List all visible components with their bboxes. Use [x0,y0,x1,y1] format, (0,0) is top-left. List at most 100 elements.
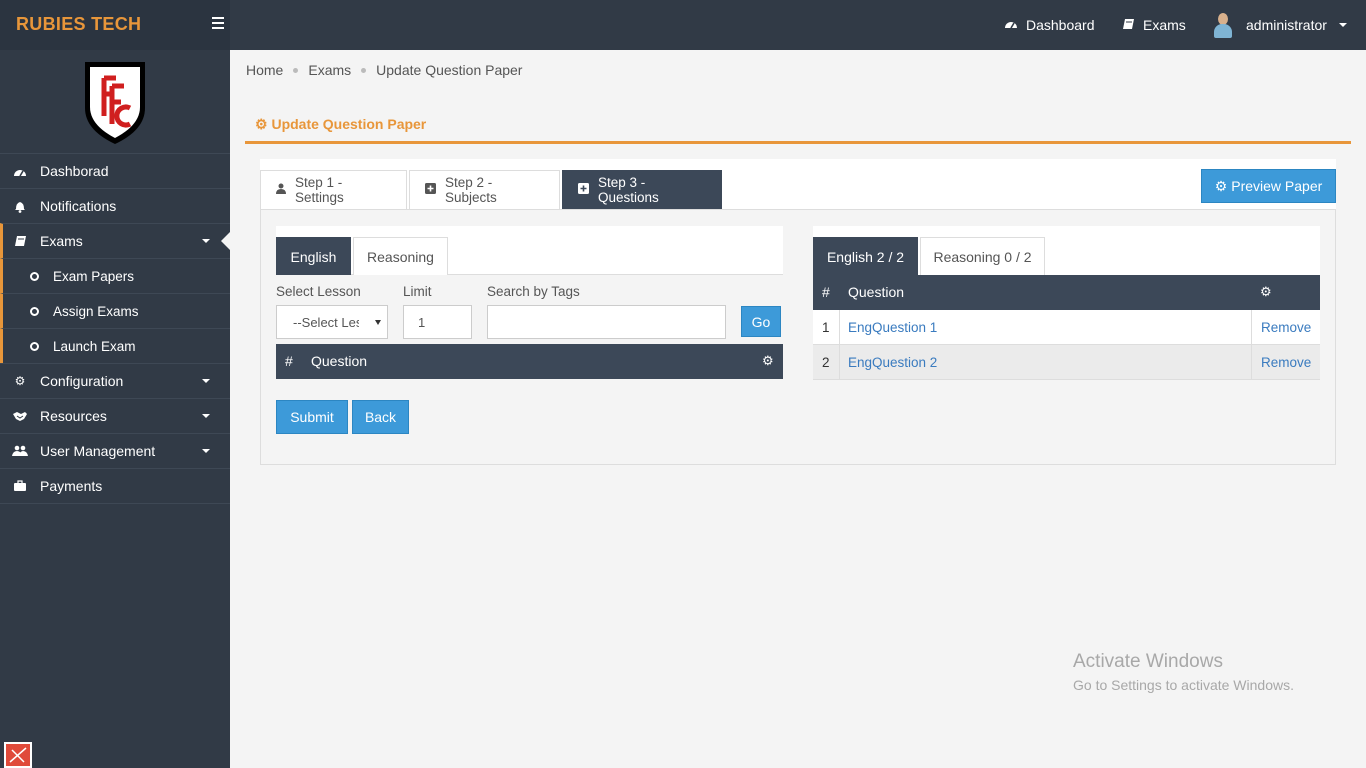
gear-icon[interactable]: ⚙ [762,353,774,369]
sidebar-item-label: Configuration [40,373,124,389]
sidebar-item-payments[interactable]: Payments [0,468,230,503]
sidebar-subitem-label: Launch Exam [53,338,136,354]
users-icon [12,445,28,457]
column-header-number: # [285,353,293,369]
sidebar-divider [0,503,230,504]
sidebar-item-label: Dashborad [40,163,109,179]
limit-label: Limit [403,284,432,299]
sidebar-subitem-assign-exams[interactable]: Assign Exams [0,293,230,328]
column-header-question: Question [848,284,905,300]
submit-button-label: Submit [290,409,334,425]
sidebar-item-label: Resources [40,408,107,424]
windows-activation-subtitle: Go to Settings to activate Windows. [1073,677,1294,693]
limit-input[interactable] [403,305,472,339]
search-by-tags-label: Search by Tags [487,284,580,299]
breadcrumb: Home Exams Update Question Paper [246,62,522,78]
preview-paper-button[interactable]: ⚙ Preview Paper [1201,169,1336,203]
sidebar-item-configuration[interactable]: ⚙ Configuration [0,363,230,398]
sidebar-subitem-exam-papers[interactable]: Exam Papers [0,258,230,293]
chevron-down-icon [202,414,210,418]
go-button[interactable]: Go [741,306,781,337]
select-lesson-dropdown[interactable]: --Select Lesson-- [276,305,388,339]
preview-paper-label: Preview Paper [1231,178,1323,194]
tab-label: Step 2 - Subjects [445,175,497,205]
tab-reasoning-selected[interactable]: Reasoning 0 / 2 [920,237,1045,275]
tab-label: Step 3 - Questions [598,175,659,205]
briefcase-icon [12,480,28,492]
remove-link[interactable]: Remove [1261,320,1311,335]
question-link[interactable]: EngQuestion 1 [848,320,937,335]
circle-icon [30,341,39,351]
remove-link[interactable]: Remove [1261,355,1311,370]
search-tags-input[interactable] [487,305,726,339]
circle-icon [30,271,39,281]
page-title-text: Update Question Paper [271,116,427,132]
chevron-down-icon [202,449,210,453]
available-questions-table-header: # Question ⚙ [276,344,783,379]
user-name: administrator [1246,17,1327,33]
hamburger-menu-icon[interactable] [212,14,230,34]
sidebar-item-resources[interactable]: Resources [0,398,230,433]
back-button-label: Back [364,409,397,425]
sidebar-subitem-label: Assign Exams [53,303,139,319]
breadcrumb-separator [293,67,299,73]
tab-step-2-subjects[interactable]: Step 2 - Subjects [409,170,560,209]
chevron-down-icon [1338,23,1347,27]
row-number: 2 [822,355,830,370]
dashboard-icon [1004,17,1018,33]
avatar [1210,11,1236,39]
column-header-question: Question [311,353,368,369]
sidebar: Dashborad Notifications Exams Exam Paper… [0,50,230,768]
brand-name[interactable]: RUBIES TECH [16,14,141,35]
tab-english-selected[interactable]: English 2 / 2 [813,237,918,275]
tab-reasoning[interactable]: Reasoning [353,237,448,275]
page-title: ⚙ Update Question Paper [255,116,426,133]
sidebar-item-notifications[interactable]: Notifications [0,188,230,223]
gear-icon[interactable]: ⚙ [1260,284,1272,300]
plus-square-icon [578,183,589,197]
book-icon [1122,17,1135,33]
breadcrumb-separator [361,67,367,73]
sidebar-item-exams[interactable]: Exams [0,223,230,258]
go-button-label: Go [751,313,771,330]
breadcrumb-current: Update Question Paper [376,62,523,78]
tab-label: Step 1 - Settings [295,175,344,205]
topnav-exams-link[interactable]: Exams [1122,0,1186,50]
tab-label: English 2 / 2 [826,248,905,265]
circle-icon [30,306,39,316]
club-crest-logo [82,58,148,146]
tab-step-1-settings[interactable]: Step 1 - Settings [260,170,407,209]
plus-square-icon [425,183,436,197]
tab-english[interactable]: English [276,237,351,275]
user-menu[interactable]: administrator [1210,0,1347,50]
sidebar-item-label: Notifications [40,198,117,214]
chevron-down-icon [375,320,381,325]
breadcrumb-home[interactable]: Home [246,62,283,78]
table-row: 2 EngQuestion 2 Remove [813,345,1320,380]
breadcrumb-exams[interactable]: Exams [308,62,351,78]
windows-activation-title: Activate Windows [1073,651,1223,672]
sidebar-item-dashboard[interactable]: Dashborad [0,153,230,188]
gear-icon: ⚙ [14,374,26,388]
app-corner-icon[interactable] [4,742,32,768]
handshake-icon [12,411,28,422]
page-header: ⚙ Update Question Paper [245,110,1351,144]
chevron-down-icon [202,379,210,383]
tab-label: English [290,248,337,265]
tab-step-3-questions[interactable]: Step 3 - Questions [562,170,722,209]
sidebar-subitem-launch-exam[interactable]: Launch Exam [0,328,230,363]
sidebar-item-user-management[interactable]: User Management [0,433,230,468]
question-link[interactable]: EngQuestion 2 [848,355,937,370]
select-lesson-label: Select Lesson [276,284,361,299]
user-icon [276,183,286,197]
back-button[interactable]: Back [352,400,409,434]
topnav-dashboard-link[interactable]: Dashboard [1004,0,1095,50]
sidebar-subitem-label: Exam Papers [53,268,135,284]
topnav-exams-label: Exams [1143,17,1186,33]
gear-icon: ⚙ [255,116,268,132]
brand-area: RUBIES TECH [0,0,230,50]
bell-icon [12,200,28,213]
topnav-dashboard-label: Dashboard [1026,17,1095,33]
chevron-down-icon [202,239,210,243]
submit-button[interactable]: Submit [276,400,348,434]
